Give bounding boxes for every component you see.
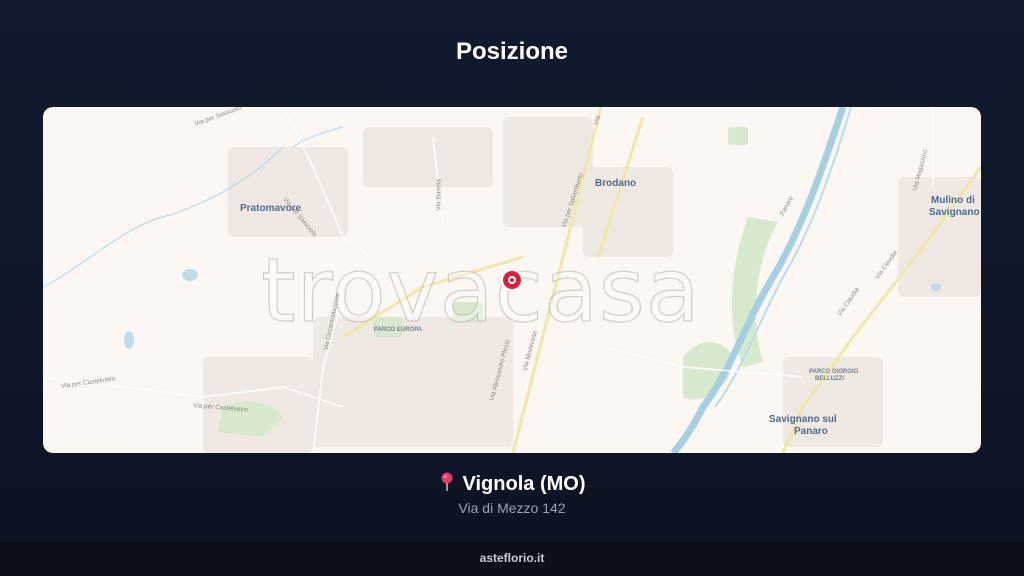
property-location-marker[interactable] — [503, 271, 521, 289]
map-pin-icon — [439, 472, 455, 498]
place-label-parco-giorgio-line2: BELLUZZI — [815, 376, 844, 382]
marker-center-dot — [510, 278, 514, 282]
place-label-savignano-line1: Savignano sul — [769, 414, 837, 425]
place-label-parco-giorgio-line1: PARCO GIORGIO — [809, 369, 859, 375]
road-label-barella: Via Barella — [435, 179, 443, 211]
footer-site-name[interactable]: asteflorio.it — [480, 551, 545, 565]
location-address: Via di Mezzo 142 — [458, 500, 566, 516]
map-view[interactable]: trovacasa Pratomavore Brodano Mulino di … — [43, 107, 981, 453]
place-label-parco-europa: PARCO EUROPA — [374, 327, 423, 333]
place-label-brodano: Brodano — [595, 178, 637, 189]
place-label-mulino-line2: Savignano — [929, 207, 980, 218]
footer: asteflorio.it — [0, 543, 1024, 576]
place-label-savignano-line2: Panaro — [794, 426, 828, 437]
location-heading: Vignola (MO) — [0, 472, 1024, 498]
location-city: Vignola (MO) — [462, 473, 586, 495]
place-label-mulino-line1: Mulino di — [931, 195, 975, 206]
page-title: Posizione — [455, 38, 569, 65]
